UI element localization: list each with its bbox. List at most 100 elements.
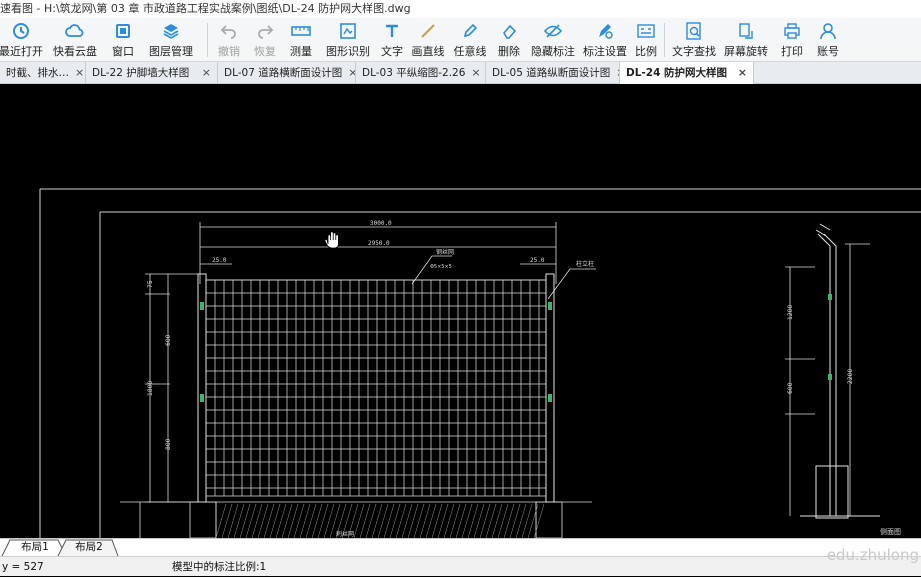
shape-recognition-button[interactable]: 图形识别 (319, 18, 377, 62)
layer-manager-button[interactable]: 图层管理 (138, 18, 204, 62)
close-icon[interactable]: × (75, 62, 84, 84)
recent-open-button[interactable]: 最近打开 (0, 18, 43, 62)
hatch-line (413, 503, 425, 539)
tab-label: DL-03 平纵缩图-2.26 (362, 67, 466, 79)
bottom-label: 刺丝网 (336, 530, 354, 538)
layout-tab-2[interactable]: 布局2 (66, 539, 112, 556)
drawing-canvas[interactable]: 3000.0 2950.0 25.0 25.0 钢丝网 Φ5×5×5 柱立柱 刺… (0, 84, 921, 539)
hatch-pattern (215, 503, 545, 539)
main-toolbar: 最近打开 快看云盘 窗口 图层管理 撤销 恢复 测量 图形识别 文字 画直线 任… (0, 18, 921, 62)
hand-cursor-icon (324, 231, 339, 249)
left-vertical-dimensions (139, 273, 200, 538)
tab-dl24[interactable]: DL-24 防护网大样图 × (620, 62, 754, 84)
tab-label: DL-07 道路横断面设计图 (224, 67, 343, 79)
hatch-line (371, 503, 383, 539)
cloud-disk-button[interactable]: 快看云盘 (42, 18, 108, 62)
fence-mesh (205, 279, 547, 497)
window-button[interactable]: 窗口 (108, 18, 138, 62)
recent-open-label: 最近打开 (0, 45, 43, 58)
ruler-icon (291, 21, 311, 41)
tab-dl03[interactable]: DL-03 平纵缩图-2.26 × (356, 62, 486, 84)
redo-icon (255, 21, 275, 41)
print-button[interactable]: 打印 (772, 18, 812, 62)
vert-dim-right-2: 2200 (847, 369, 854, 384)
hatch-line (305, 503, 317, 539)
hatch-line (263, 503, 275, 539)
tab-label: DL-24 防护网大样图 (626, 67, 728, 79)
dim-right-small-text: 25.0 (530, 257, 545, 264)
text-label: 文字 (381, 45, 403, 58)
find-text-label: 文字查找 (672, 45, 716, 58)
hatch-line (497, 503, 509, 539)
eye-off-icon (543, 21, 563, 41)
vert-dim-left-0: 75 (147, 280, 154, 288)
undo-button[interactable]: 撤销 (211, 18, 247, 62)
measure-button[interactable]: 测量 (283, 18, 319, 62)
clock-icon (11, 21, 31, 41)
window-label: 窗口 (112, 45, 134, 58)
post-brackets (200, 302, 552, 402)
account-label: 账号 (817, 45, 839, 58)
hatch-line (251, 503, 263, 539)
hatch-line (287, 503, 299, 539)
close-icon[interactable]: × (738, 62, 747, 84)
mesh-spec-label: Φ5×5×5 (430, 264, 452, 270)
redo-label: 恢复 (254, 45, 276, 58)
document-tab-bar: 时截、排水… × DL-22 护脚墙大样图 × DL-07 道路横断面设计图 ×… (0, 62, 921, 84)
screen-rotate-button[interactable]: 屏幕旋转 (720, 18, 772, 62)
layers-icon (161, 21, 181, 41)
hatch-line (473, 503, 485, 539)
side-view-dims (785, 243, 870, 516)
toolbar-divider (207, 23, 208, 57)
measure-label: 测量 (290, 45, 312, 58)
draw-line-button[interactable]: 画直线 (407, 18, 449, 62)
hatch-line (467, 503, 479, 539)
tab-dl07[interactable]: DL-07 道路横断面设计图 × (218, 62, 356, 84)
close-icon[interactable]: × (202, 62, 211, 84)
find-text-icon (684, 21, 704, 41)
scale-button[interactable]: 比例 (631, 18, 661, 62)
tab-drainage[interactable]: 时截、排水… × (0, 62, 86, 84)
hatch-line (233, 503, 245, 539)
hide-annotation-button[interactable]: 隐藏标注 (527, 18, 579, 62)
hatch-line (323, 503, 335, 539)
hatch-line (395, 503, 407, 539)
find-text-button[interactable]: 文字查找 (668, 18, 720, 62)
layout-tab-bar: 布局1 布局2 (0, 538, 921, 557)
print-label: 打印 (781, 45, 803, 58)
hatch-line (479, 503, 491, 539)
annotation-settings-button[interactable]: 标注设置 (579, 18, 631, 62)
cloud-disk-label: 快看云盘 (53, 45, 97, 58)
hatch-line (503, 503, 515, 539)
hide-annotation-label: 隐藏标注 (531, 45, 575, 58)
hatch-line (275, 503, 287, 539)
close-icon[interactable]: × (348, 62, 355, 84)
tab-label: DL-22 护脚墙大样图 (92, 67, 190, 79)
watermark: edu.zhulong (826, 546, 919, 564)
delete-button[interactable]: 删除 (491, 18, 527, 62)
drawing-frame (39, 188, 921, 538)
hatch-line (443, 503, 455, 539)
dim-left-small-text: 25.0 (212, 257, 227, 264)
hatch-line (521, 503, 533, 539)
hatch-line (293, 503, 305, 539)
redo-button[interactable]: 恢复 (247, 18, 283, 62)
rotate-icon (736, 21, 756, 41)
hatch-line (269, 503, 281, 539)
layer-manager-label: 图层管理 (149, 45, 193, 58)
tab-dl22[interactable]: DL-22 护脚墙大样图 × (86, 62, 218, 84)
close-icon[interactable]: × (471, 62, 480, 84)
hatch-line (437, 503, 449, 539)
delete-label: 删除 (498, 45, 520, 58)
toolbar-divider (664, 23, 665, 57)
window-title: 速看图 - H:\筑龙网\第 03 章 市政道路工程实战案例\图纸\DL-24 … (0, 2, 411, 15)
hatch-line (239, 503, 251, 539)
annotation-settings-icon (595, 21, 615, 41)
tab-label: DL-05 道路纵断面设计图 (492, 67, 611, 79)
screen-rotate-label: 屏幕旋转 (724, 45, 768, 58)
tab-dl05[interactable]: DL-05 道路纵断面设计图 × (486, 62, 620, 84)
text-button[interactable]: 文字 (377, 18, 407, 62)
account-button[interactable]: 账号 (812, 18, 844, 62)
freehand-button[interactable]: 任意线 (449, 18, 491, 62)
layout-tab-1[interactable]: 布局1 (12, 539, 58, 556)
